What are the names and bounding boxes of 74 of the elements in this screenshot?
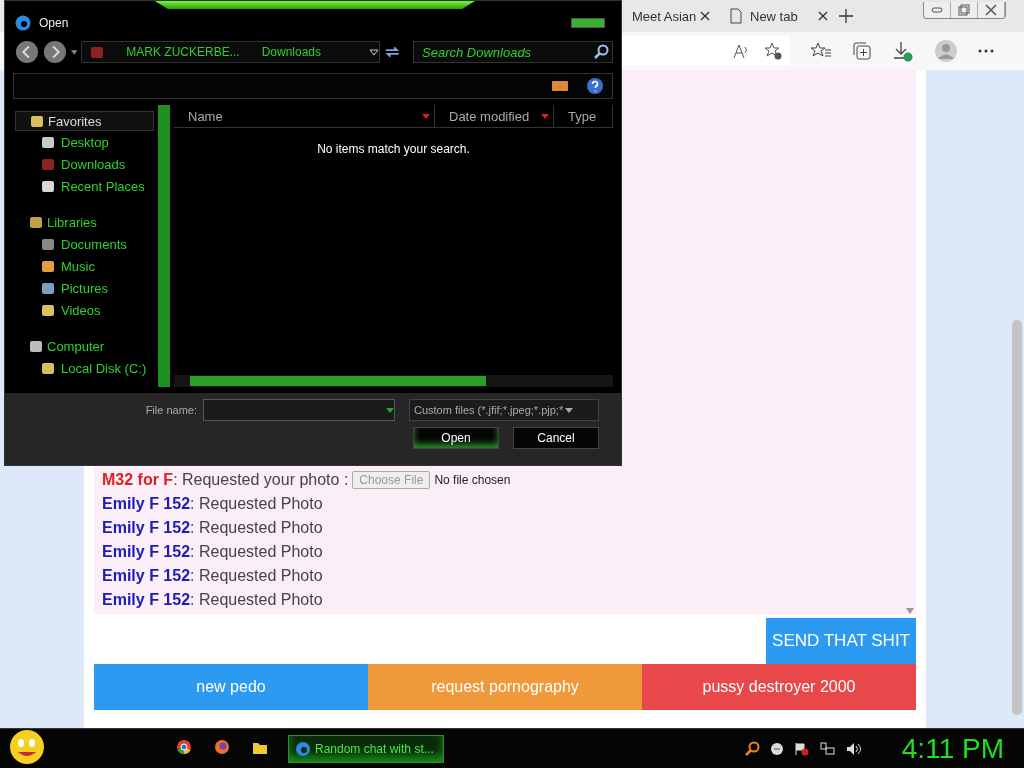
forward-icon[interactable] <box>42 39 67 65</box>
close-icon[interactable] <box>985 3 997 16</box>
clock[interactable]: 4:11 PM <box>901 733 1004 765</box>
minimize-button[interactable] <box>571 18 605 28</box>
dialog-title: Open <box>39 16 69 30</box>
dropdown-caret-icon[interactable] <box>565 407 574 413</box>
dialog-button[interactable]: Open <box>413 427 499 449</box>
download-icon[interactable] <box>892 40 914 62</box>
refresh-icon[interactable] <box>384 44 401 60</box>
restore-icon[interactable] <box>958 3 970 16</box>
file-name-label: File name: <box>145 404 197 416</box>
browser-tab[interactable]: Meet Asian <box>622 0 720 32</box>
flag-icon[interactable] <box>793 742 810 756</box>
browser-tab[interactable]: New tab <box>720 0 838 32</box>
empty-message: No items match your search. <box>316 141 471 158</box>
dialog-button[interactable]: Cancel <box>513 427 599 449</box>
nav-item[interactable]: Documents <box>15 233 155 255</box>
column-header[interactable]: Name <box>174 105 435 127</box>
nav-group[interactable]: Favorites <box>15 111 155 131</box>
breadcrumb-bar[interactable]: MARK ZUCKERBE... Downloads <box>81 41 381 63</box>
read-aloud-icon[interactable] <box>732 43 750 59</box>
chat-message: Emily F 152: Requested Photo <box>102 542 324 562</box>
file-type-dropdown[interactable]: Custom files (*.jfif;*.jpeg;*.pjp;* <box>409 399 599 421</box>
nav-item[interactable]: Local Disk (C:) <box>15 357 155 379</box>
close-icon[interactable] <box>818 11 828 21</box>
sort-caret-icon[interactable] <box>422 113 430 119</box>
smiley-start-icon[interactable] <box>8 728 46 766</box>
firefox-icon[interactable] <box>214 739 230 755</box>
chat-message: Emily F 152: Requested Photo <box>102 566 324 586</box>
profile-icon[interactable] <box>934 39 958 63</box>
nav-item[interactable]: Downloads <box>15 153 155 175</box>
search-icon[interactable] <box>743 741 760 757</box>
taskbar-window-button[interactable]: Random chat with st... <box>288 735 444 763</box>
chat-message: M32 for F: Requested your photo : Choose File No file chosen <box>102 468 908 492</box>
more-icon[interactable] <box>978 49 994 53</box>
breadcrumb-item[interactable]: MARK ZUCKERBE... <box>126 45 240 59</box>
file-status: No file chosen <box>434 472 511 489</box>
chrome-icon[interactable] <box>176 739 192 755</box>
nav-item[interactable]: Desktop <box>15 131 155 153</box>
add-favorite-icon[interactable] <box>764 42 782 60</box>
chat-message: Emily F 152: Requested Photo <box>102 590 324 610</box>
nav-group[interactable]: Computer <box>15 335 155 357</box>
file-name-field[interactable] <box>203 399 395 421</box>
volume-icon[interactable] <box>845 742 862 756</box>
network-icon[interactable] <box>819 742 836 756</box>
nav-group[interactable]: Libraries <box>15 211 155 233</box>
close-icon[interactable] <box>700 11 710 21</box>
new-tab-icon[interactable] <box>838 8 854 24</box>
sort-caret-icon[interactable] <box>541 113 549 119</box>
back-icon[interactable] <box>15 39 39 65</box>
chat-message: Emily F 152: Requested Photo <box>102 518 324 538</box>
page-icon <box>730 8 742 24</box>
help-icon[interactable] <box>586 77 604 95</box>
scrollbar-thumb[interactable] <box>1012 320 1022 715</box>
search-icon[interactable] <box>593 44 609 60</box>
minimize-icon[interactable] <box>931 6 943 13</box>
nav-item[interactable]: Videos <box>15 299 155 321</box>
chat-message: Emily F 152: Requested Photo <box>102 494 324 514</box>
nav-item[interactable]: Recent Places <box>15 175 155 197</box>
caret-icon[interactable] <box>70 49 78 55</box>
action-button[interactable]: pussy destroyer 2000 <box>642 664 916 710</box>
nav-item[interactable]: Music <box>15 255 155 277</box>
favorites-icon[interactable] <box>810 42 832 60</box>
nav-item[interactable]: Pictures <box>15 277 155 299</box>
scrollbar-thumb[interactable] <box>190 376 486 386</box>
column-header[interactable]: Type <box>554 105 613 127</box>
breadcrumb-item[interactable]: Downloads <box>261 45 322 59</box>
collections-icon[interactable] <box>852 41 872 61</box>
scrollbar-thumb[interactable] <box>158 105 170 387</box>
status-icon[interactable] <box>769 742 784 756</box>
search-field[interactable]: Search Downloads <box>413 41 613 63</box>
column-header[interactable]: Date modified <box>435 105 554 127</box>
caret-icon[interactable] <box>369 49 380 56</box>
dropdown-caret-icon[interactable] <box>386 407 394 413</box>
